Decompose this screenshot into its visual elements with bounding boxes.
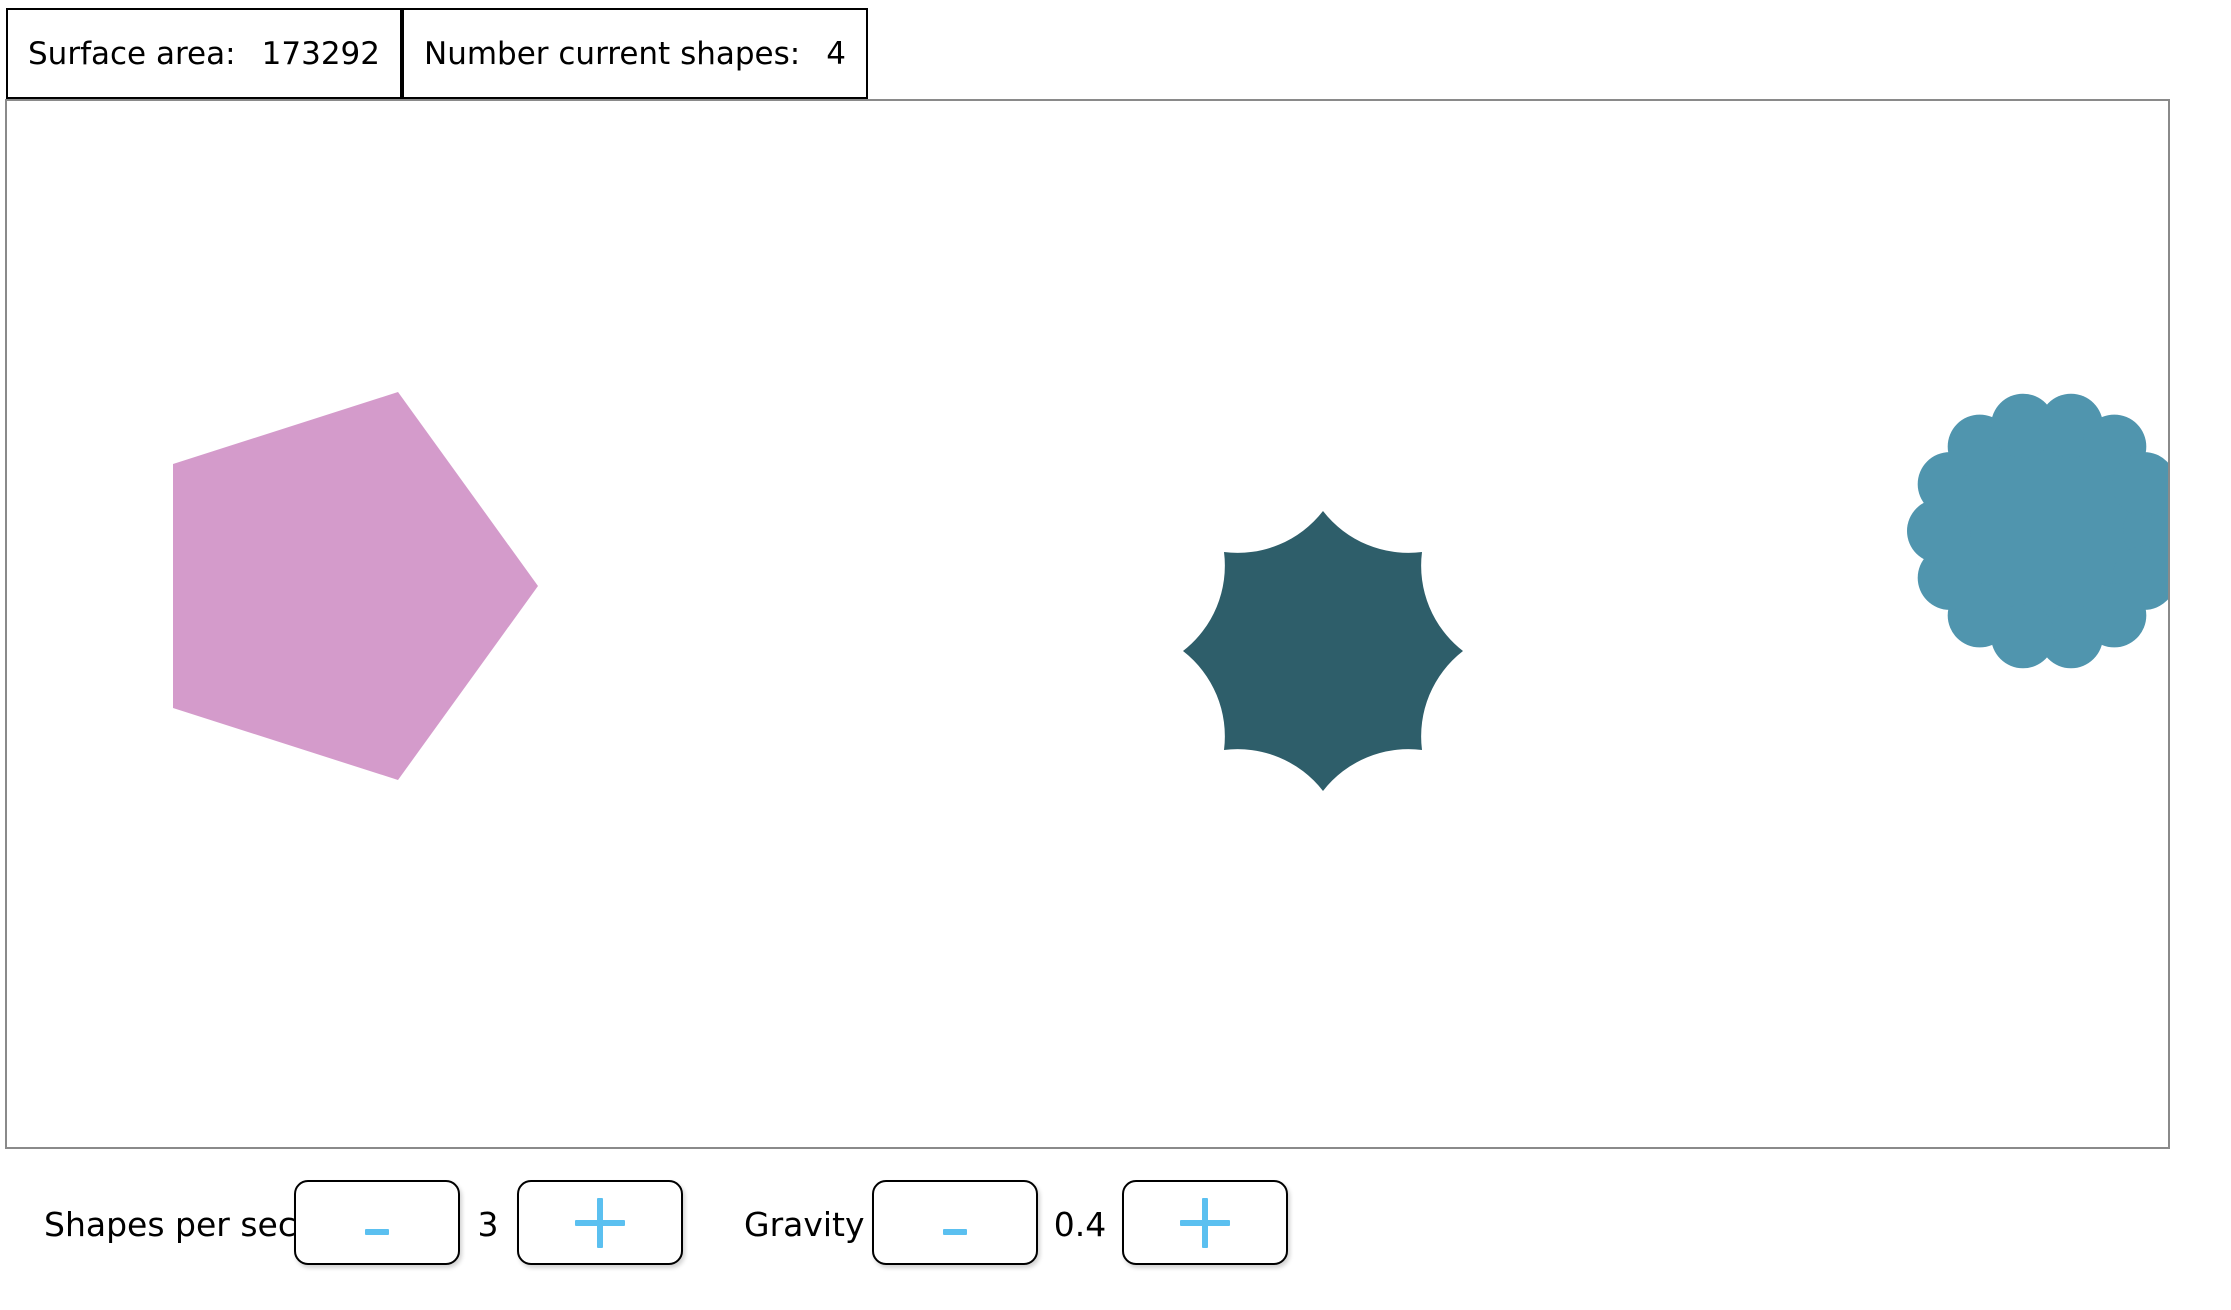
shape-count-value: 4: [826, 35, 846, 72]
gravity-decrease-button[interactable]: [872, 1180, 1038, 1265]
shapes-per-sec-increase-button[interactable]: [517, 1180, 683, 1265]
shapes-per-sec-value: 3: [477, 1205, 499, 1244]
surface-area-display: Surface area: 173292: [6, 8, 402, 99]
shape-count-label: Number current shapes:: [424, 35, 801, 72]
plus-icon: [575, 1197, 625, 1248]
surface-area-label: Surface area:: [28, 35, 236, 72]
gravity-value: 0.4: [1053, 1205, 1107, 1244]
shape-count-display: Number current shapes: 4: [402, 8, 868, 99]
star-shape[interactable]: [1183, 511, 1463, 791]
shapes-per-sec-label: Shapes per sec: [44, 1205, 296, 1244]
shapes-per-sec-decrease-button[interactable]: [294, 1180, 460, 1265]
surface-area-value: 173292: [261, 35, 380, 72]
minus-icon: [365, 1228, 389, 1235]
shapes-layer: [173, 392, 2168, 791]
pentagon-shape[interactable]: [173, 392, 538, 780]
gravity-label: Gravity: [744, 1205, 865, 1244]
game-canvas[interactable]: [5, 99, 2170, 1149]
gravity-increase-button[interactable]: [1122, 1180, 1288, 1265]
plus-icon: [1180, 1197, 1230, 1248]
cloud-shape[interactable]: [1907, 393, 2168, 669]
minus-icon: [943, 1228, 967, 1235]
